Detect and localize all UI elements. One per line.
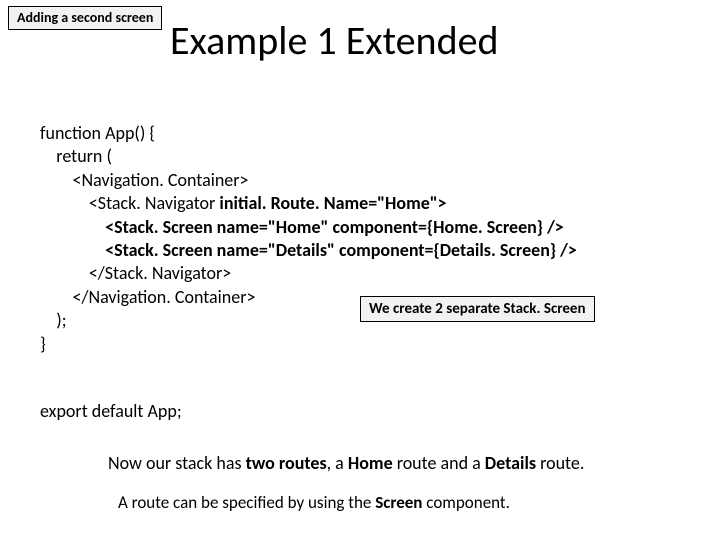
code-line: function App() {: [40, 122, 155, 144]
note-text: Now our stack has: [108, 452, 246, 474]
code-line: );: [40, 309, 67, 331]
export-line: export default App;: [40, 400, 182, 422]
code-line: }: [40, 333, 46, 355]
code-line: return (: [40, 145, 112, 167]
note-text: route.: [540, 452, 584, 474]
code-line: <Navigation. Container>: [40, 169, 249, 191]
note-text: , a: [327, 452, 348, 474]
note-emph: Screen: [375, 492, 426, 513]
code-bold: <Stack. Screen name="Details" component=…: [105, 239, 577, 261]
note-emph: Details: [485, 452, 540, 474]
code-line: </Stack. Navigator>: [40, 262, 231, 284]
callout-box: We create 2 separate Stack. Screen: [360, 296, 595, 322]
code-line: </Navigation. Container>: [40, 286, 255, 308]
note-emph: two routes: [246, 452, 327, 474]
footer-note-2: A route can be specified by using the Sc…: [118, 492, 510, 513]
slide-title: Example 1 Extended: [170, 16, 499, 65]
note-text: route and a: [397, 452, 485, 474]
note-text: A route can be specified by using the: [118, 492, 375, 513]
code-line: [40, 239, 105, 261]
code-bold: initial. Route. Name="Home">: [219, 192, 446, 214]
code-line: [40, 216, 105, 238]
slide: Adding a second screen Example 1 Extende…: [0, 0, 720, 540]
section-tag: Adding a second screen: [8, 6, 162, 30]
note-emph: Home: [348, 452, 397, 474]
footer-note-1: Now our stack has two routes, a Home rou…: [108, 452, 584, 474]
code-line: <Stack. Navigator: [40, 192, 219, 214]
note-text: component.: [426, 492, 510, 513]
code-bold: <Stack. Screen name="Home" component={Ho…: [105, 216, 564, 238]
